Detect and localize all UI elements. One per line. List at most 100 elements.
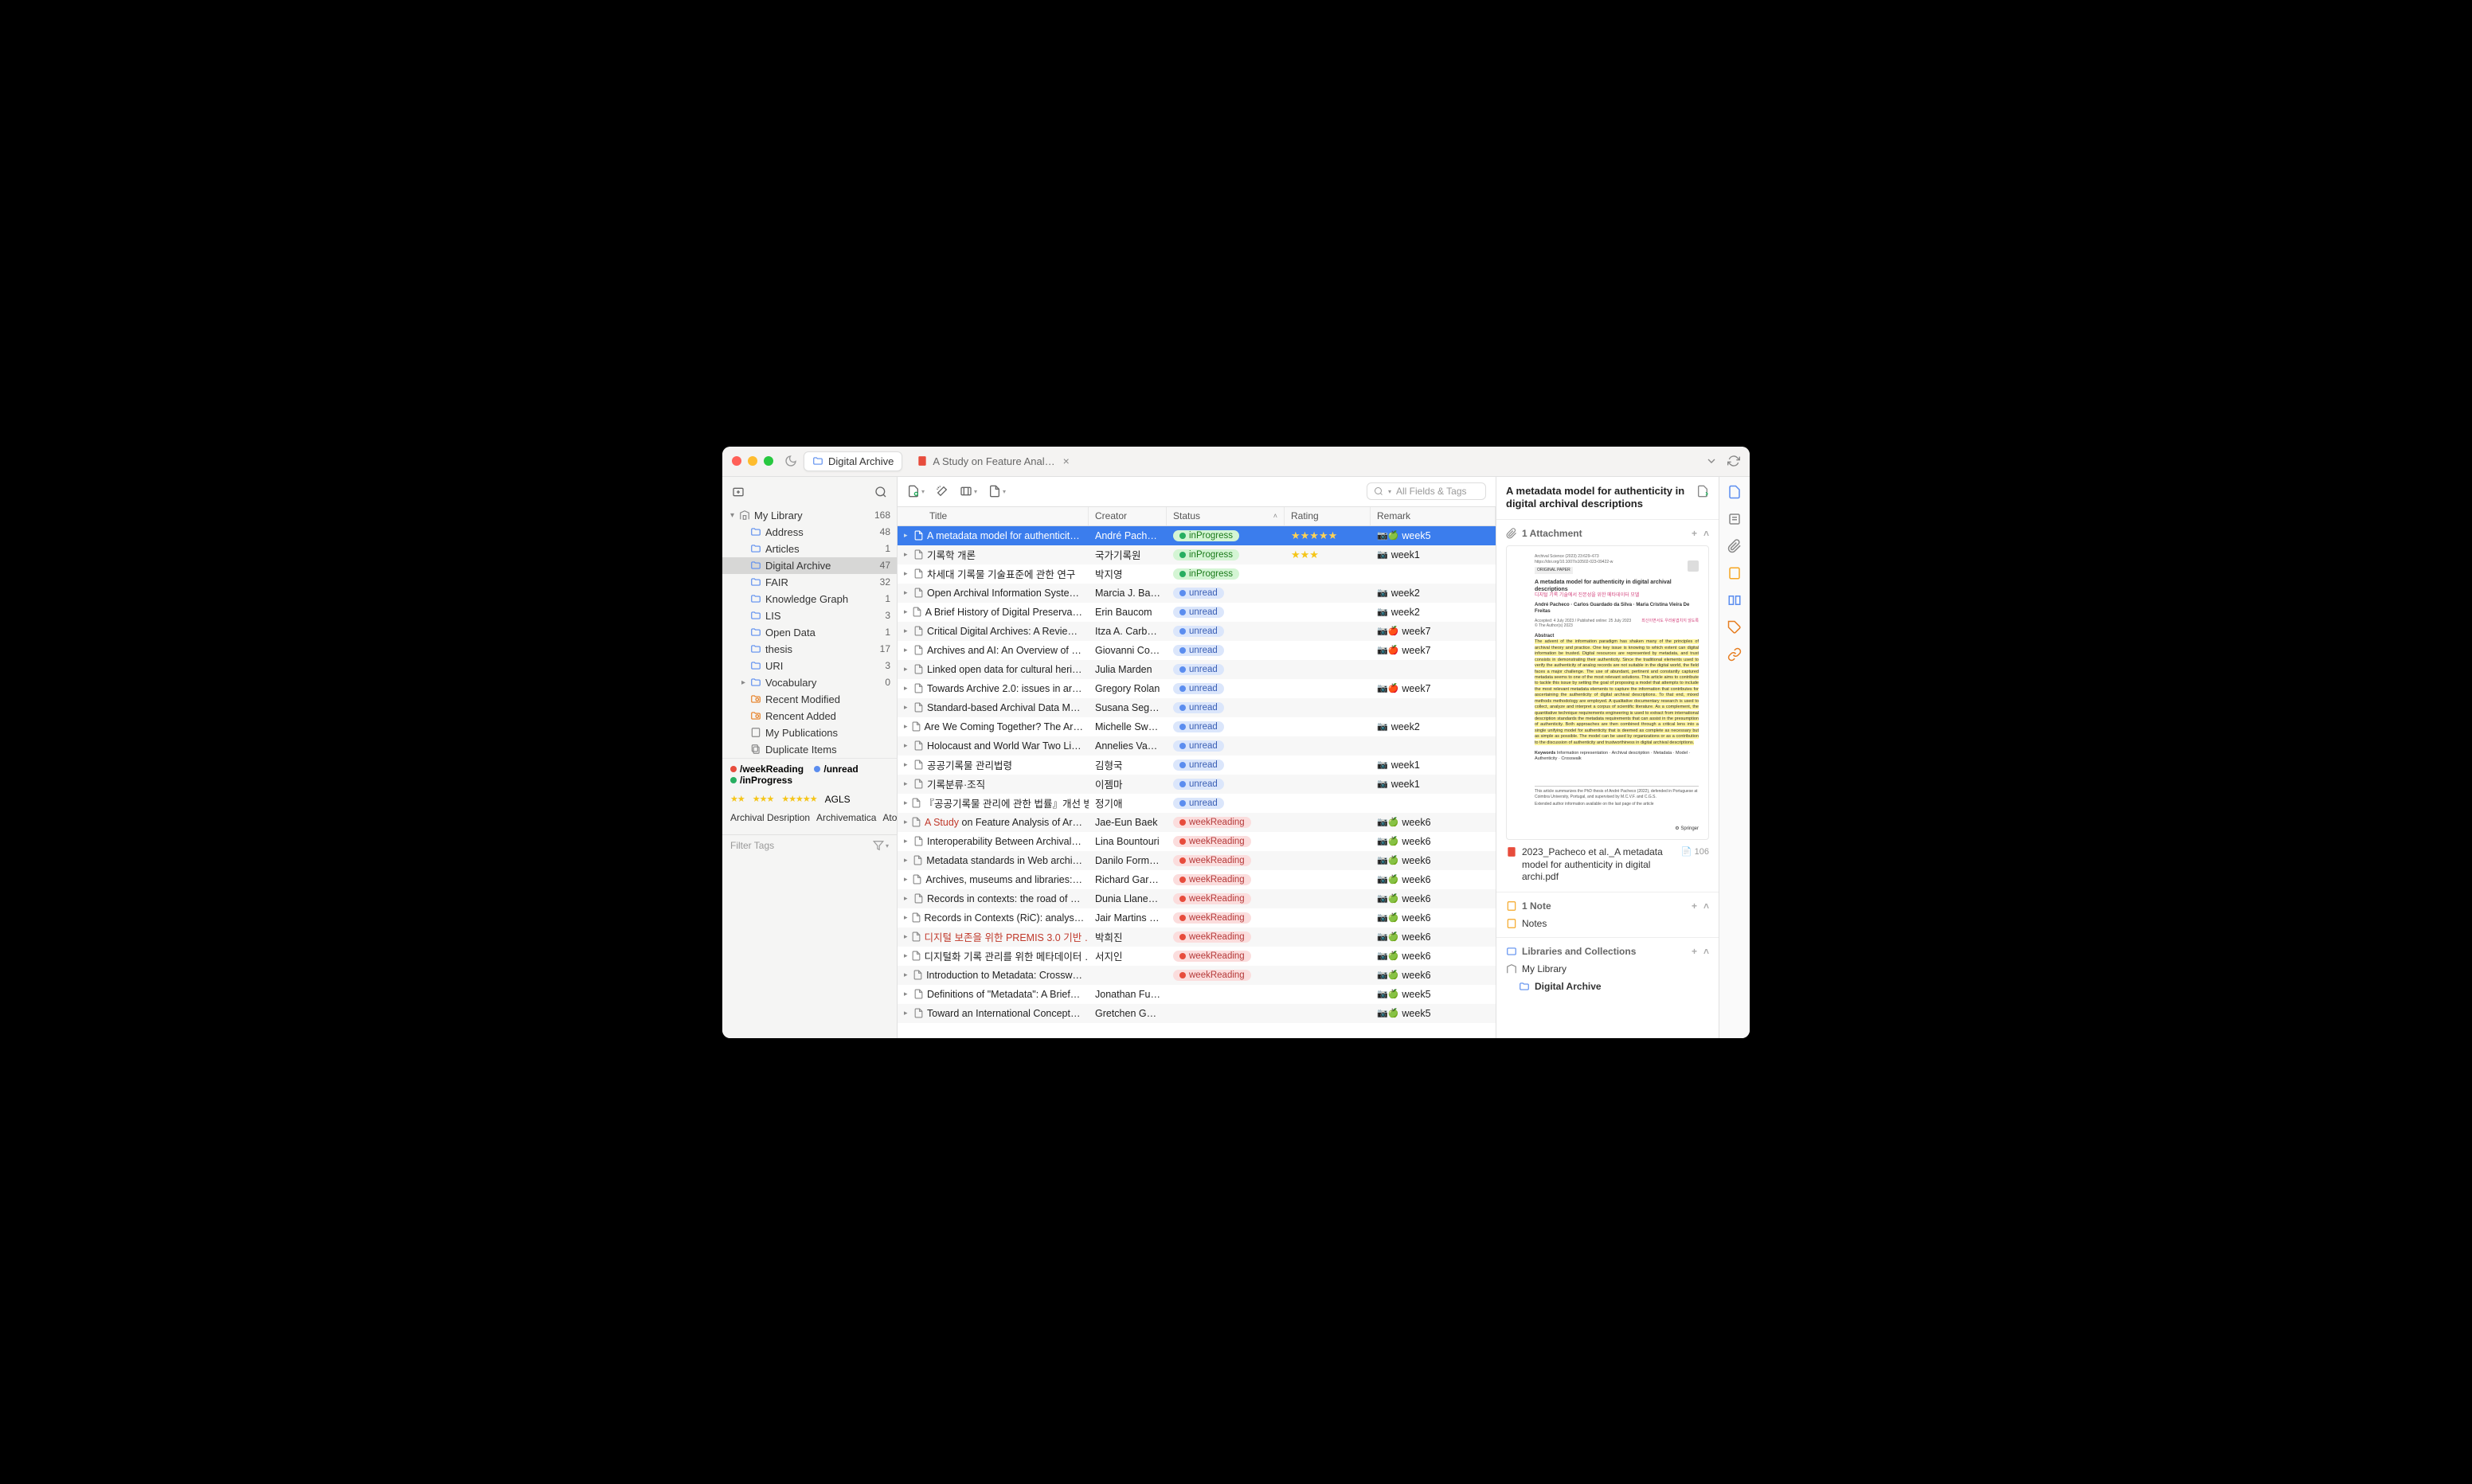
table-row[interactable]: ▸Interoperability Between Archival…Lina … xyxy=(898,832,1496,851)
table-row[interactable]: ▸Linked open data for cultural heri…Juli… xyxy=(898,660,1496,679)
sidebar-item-knowledge-graph[interactable]: Knowledge Graph1 xyxy=(722,591,897,607)
expand-icon[interactable]: ▸ xyxy=(904,550,910,559)
library-row[interactable]: My Library xyxy=(1506,960,1709,978)
filter-tags-input[interactable]: Filter Tags xyxy=(730,840,873,851)
sidebar-item-fair[interactable]: FAIR32 xyxy=(722,574,897,591)
table-row[interactable]: ▸Archives and AI: An Overview of …Giovan… xyxy=(898,641,1496,660)
attachment-file[interactable]: 2023_Pacheco et al._A metadata model for… xyxy=(1506,843,1709,887)
pdf-preview[interactable]: Archival Science (2023) 23:629–673 https… xyxy=(1506,545,1709,840)
sidebar-item-recent-modified[interactable]: Recent Modified xyxy=(722,691,897,708)
info-tab-icon[interactable] xyxy=(1727,485,1742,499)
expand-icon[interactable]: ▸ xyxy=(904,990,910,998)
expand-icon[interactable]: ▸ xyxy=(904,646,910,654)
table-row[interactable]: ▸Archives, museums and libraries:…Richar… xyxy=(898,870,1496,889)
table-row[interactable]: ▸Definitions of "Metadata": A Brief…Jona… xyxy=(898,985,1496,1004)
tab-digital-archive[interactable]: Digital Archive xyxy=(804,451,902,471)
sidebar-item-uri[interactable]: URI3 xyxy=(722,658,897,674)
sidebar-item-duplicate-items[interactable]: Duplicate Items xyxy=(722,741,897,758)
tag-archivematica[interactable]: Archivematica xyxy=(816,812,876,823)
my-library[interactable]: ▾ My Library 168 xyxy=(722,507,897,524)
sync-icon[interactable] xyxy=(1727,455,1740,467)
note-item[interactable]: Notes xyxy=(1506,915,1709,932)
tag-archival-desription[interactable]: Archival Desription xyxy=(730,812,810,823)
minimize-window-button[interactable] xyxy=(748,456,757,466)
magic-wand-button[interactable] xyxy=(936,485,949,498)
table-row[interactable]: ▸Towards Archive 2.0: issues in ar…Grego… xyxy=(898,679,1496,698)
table-row[interactable]: ▸기록분류·조직이젬마unread📷 week1 xyxy=(898,775,1496,794)
column-remark[interactable]: Remark xyxy=(1371,507,1496,525)
maximize-window-button[interactable] xyxy=(764,456,773,466)
expand-icon[interactable]: ▸ xyxy=(904,799,908,807)
table-row[interactable]: ▸A Study on Feature Analysis of Ar…Jae-E… xyxy=(898,813,1496,832)
expand-icon[interactable]: ▸ xyxy=(904,588,910,597)
locate-button[interactable] xyxy=(1696,485,1709,498)
collapse-libcol-icon[interactable]: ˄ xyxy=(1703,946,1709,957)
tags-tab-icon[interactable] xyxy=(1727,620,1742,635)
add-collection-icon[interactable]: + xyxy=(1692,946,1697,957)
column-creator[interactable]: Creator xyxy=(1089,507,1167,525)
sidebar-item-lis[interactable]: LIS3 xyxy=(722,607,897,624)
new-item-button[interactable]: ▾ xyxy=(907,485,925,498)
tag-unread[interactable]: /unread xyxy=(814,763,858,775)
table-row[interactable]: ▸A Brief History of Digital Preserva…Eri… xyxy=(898,603,1496,622)
moon-icon[interactable] xyxy=(784,455,797,467)
expand-icon[interactable]: ▸ xyxy=(904,970,909,979)
attach-button[interactable]: ▾ xyxy=(960,485,977,498)
column-rating[interactable]: Rating xyxy=(1285,507,1371,525)
expand-icon[interactable]: ▸ xyxy=(904,627,910,635)
add-attachment-icon[interactable]: + xyxy=(1692,528,1697,539)
sidebar-item-digital-archive[interactable]: Digital Archive47 xyxy=(722,557,897,574)
add-note-icon[interactable]: + xyxy=(1692,900,1697,912)
table-row[interactable]: ▸Toward an International Concept…Gretche… xyxy=(898,1004,1496,1023)
filter-icon[interactable] xyxy=(873,840,884,851)
table-row[interactable]: ▸Standard-based Archival Data M…Susana S… xyxy=(898,698,1496,717)
table-row[interactable]: ▸Records in contexts: the road of …Dunia… xyxy=(898,889,1496,908)
table-row[interactable]: ▸차세대 기록물 기술표준에 관한 연구박지영inProgress xyxy=(898,564,1496,584)
expand-icon[interactable]: ▸ xyxy=(904,837,910,845)
expand-icon[interactable]: ▸ xyxy=(904,779,910,788)
table-row[interactable]: ▸디지털 보존을 위한 PREMIS 3.0 기반 …박희진weekReadin… xyxy=(898,928,1496,947)
expand-icon[interactable]: ▸ xyxy=(904,932,908,941)
sidebar-item-open-data[interactable]: Open Data1 xyxy=(722,624,897,641)
column-status[interactable]: Status˄ xyxy=(1167,507,1285,525)
table-row[interactable]: ▸Open Archival Information Syste…Marcia … xyxy=(898,584,1496,603)
expand-icon[interactable]: ▸ xyxy=(904,741,910,750)
tab-pdf[interactable]: A Study on Feature Anal… × xyxy=(909,451,1077,471)
sidebar-item-my-publications[interactable]: My Publications xyxy=(722,724,897,741)
table-row[interactable]: ▸Holocaust and World War Two Li…Annelies… xyxy=(898,736,1496,756)
agls-tag[interactable]: AGLS xyxy=(825,794,851,805)
table-row[interactable]: ▸Introduction to Metadata: Crossw…weekRe… xyxy=(898,966,1496,985)
collapse-icon[interactable]: ˄ xyxy=(1703,528,1709,539)
table-row[interactable]: ▸Metadata standards in Web archi…Danilo … xyxy=(898,851,1496,870)
new-collection-icon[interactable] xyxy=(732,486,745,498)
sidebar-item-address[interactable]: Address48 xyxy=(722,524,897,541)
close-tab-icon[interactable]: × xyxy=(1063,455,1070,467)
tag-inprogress[interactable]: /inProgress xyxy=(730,775,792,786)
notes-tab-icon[interactable] xyxy=(1727,566,1742,580)
attachments-tab-icon[interactable] xyxy=(1727,539,1742,553)
search-box[interactable]: ▾ All Fields & Tags xyxy=(1367,482,1486,500)
table-row[interactable]: ▸『공공기록물 관리에 관한 법률』개선 방…정기애unread xyxy=(898,794,1496,813)
expand-icon[interactable]: ▸ xyxy=(904,894,910,903)
collection-row[interactable]: Digital Archive xyxy=(1506,978,1709,995)
table-row[interactable]: ▸공공기록물 관리법령김형국unread📷 week1 xyxy=(898,756,1496,775)
chevron-down-icon[interactable] xyxy=(1705,455,1718,467)
abstract-tab-icon[interactable] xyxy=(1727,512,1742,526)
table-row[interactable]: ▸Critical Digital Archives: A Revie…Itza… xyxy=(898,622,1496,641)
expand-icon[interactable]: ▸ xyxy=(904,760,910,769)
expand-icon[interactable]: ▸ xyxy=(904,913,908,922)
libraries-tab-icon[interactable] xyxy=(1727,593,1742,607)
rating-5[interactable]: ★★★★★ xyxy=(781,794,816,804)
table-row[interactable]: ▸기록학 개론국가기록원inProgress★★★📷 week1 xyxy=(898,545,1496,564)
table-row[interactable]: ▸Are We Coming Together? The Ar…Michelle… xyxy=(898,717,1496,736)
expand-icon[interactable]: ▸ xyxy=(904,1009,910,1017)
rating-3[interactable]: ★★★ xyxy=(753,794,774,804)
table-row[interactable]: ▸Records in Contexts (RiC): analys…Jair … xyxy=(898,908,1496,928)
expand-icon[interactable]: ▸ xyxy=(904,875,909,884)
tag-weekreading[interactable]: /weekReading xyxy=(730,763,804,775)
expand-icon[interactable]: ▸ xyxy=(904,951,908,960)
table-row[interactable]: ▸A metadata model for authenticit…André … xyxy=(898,526,1496,545)
table-row[interactable]: ▸디지털화 기록 관리를 위한 메타데이터 …서지인weekReading📷🍏 … xyxy=(898,947,1496,966)
sidebar-item-vocabulary[interactable]: ▸Vocabulary0 xyxy=(722,674,897,691)
expand-icon[interactable]: ▸ xyxy=(904,818,908,826)
